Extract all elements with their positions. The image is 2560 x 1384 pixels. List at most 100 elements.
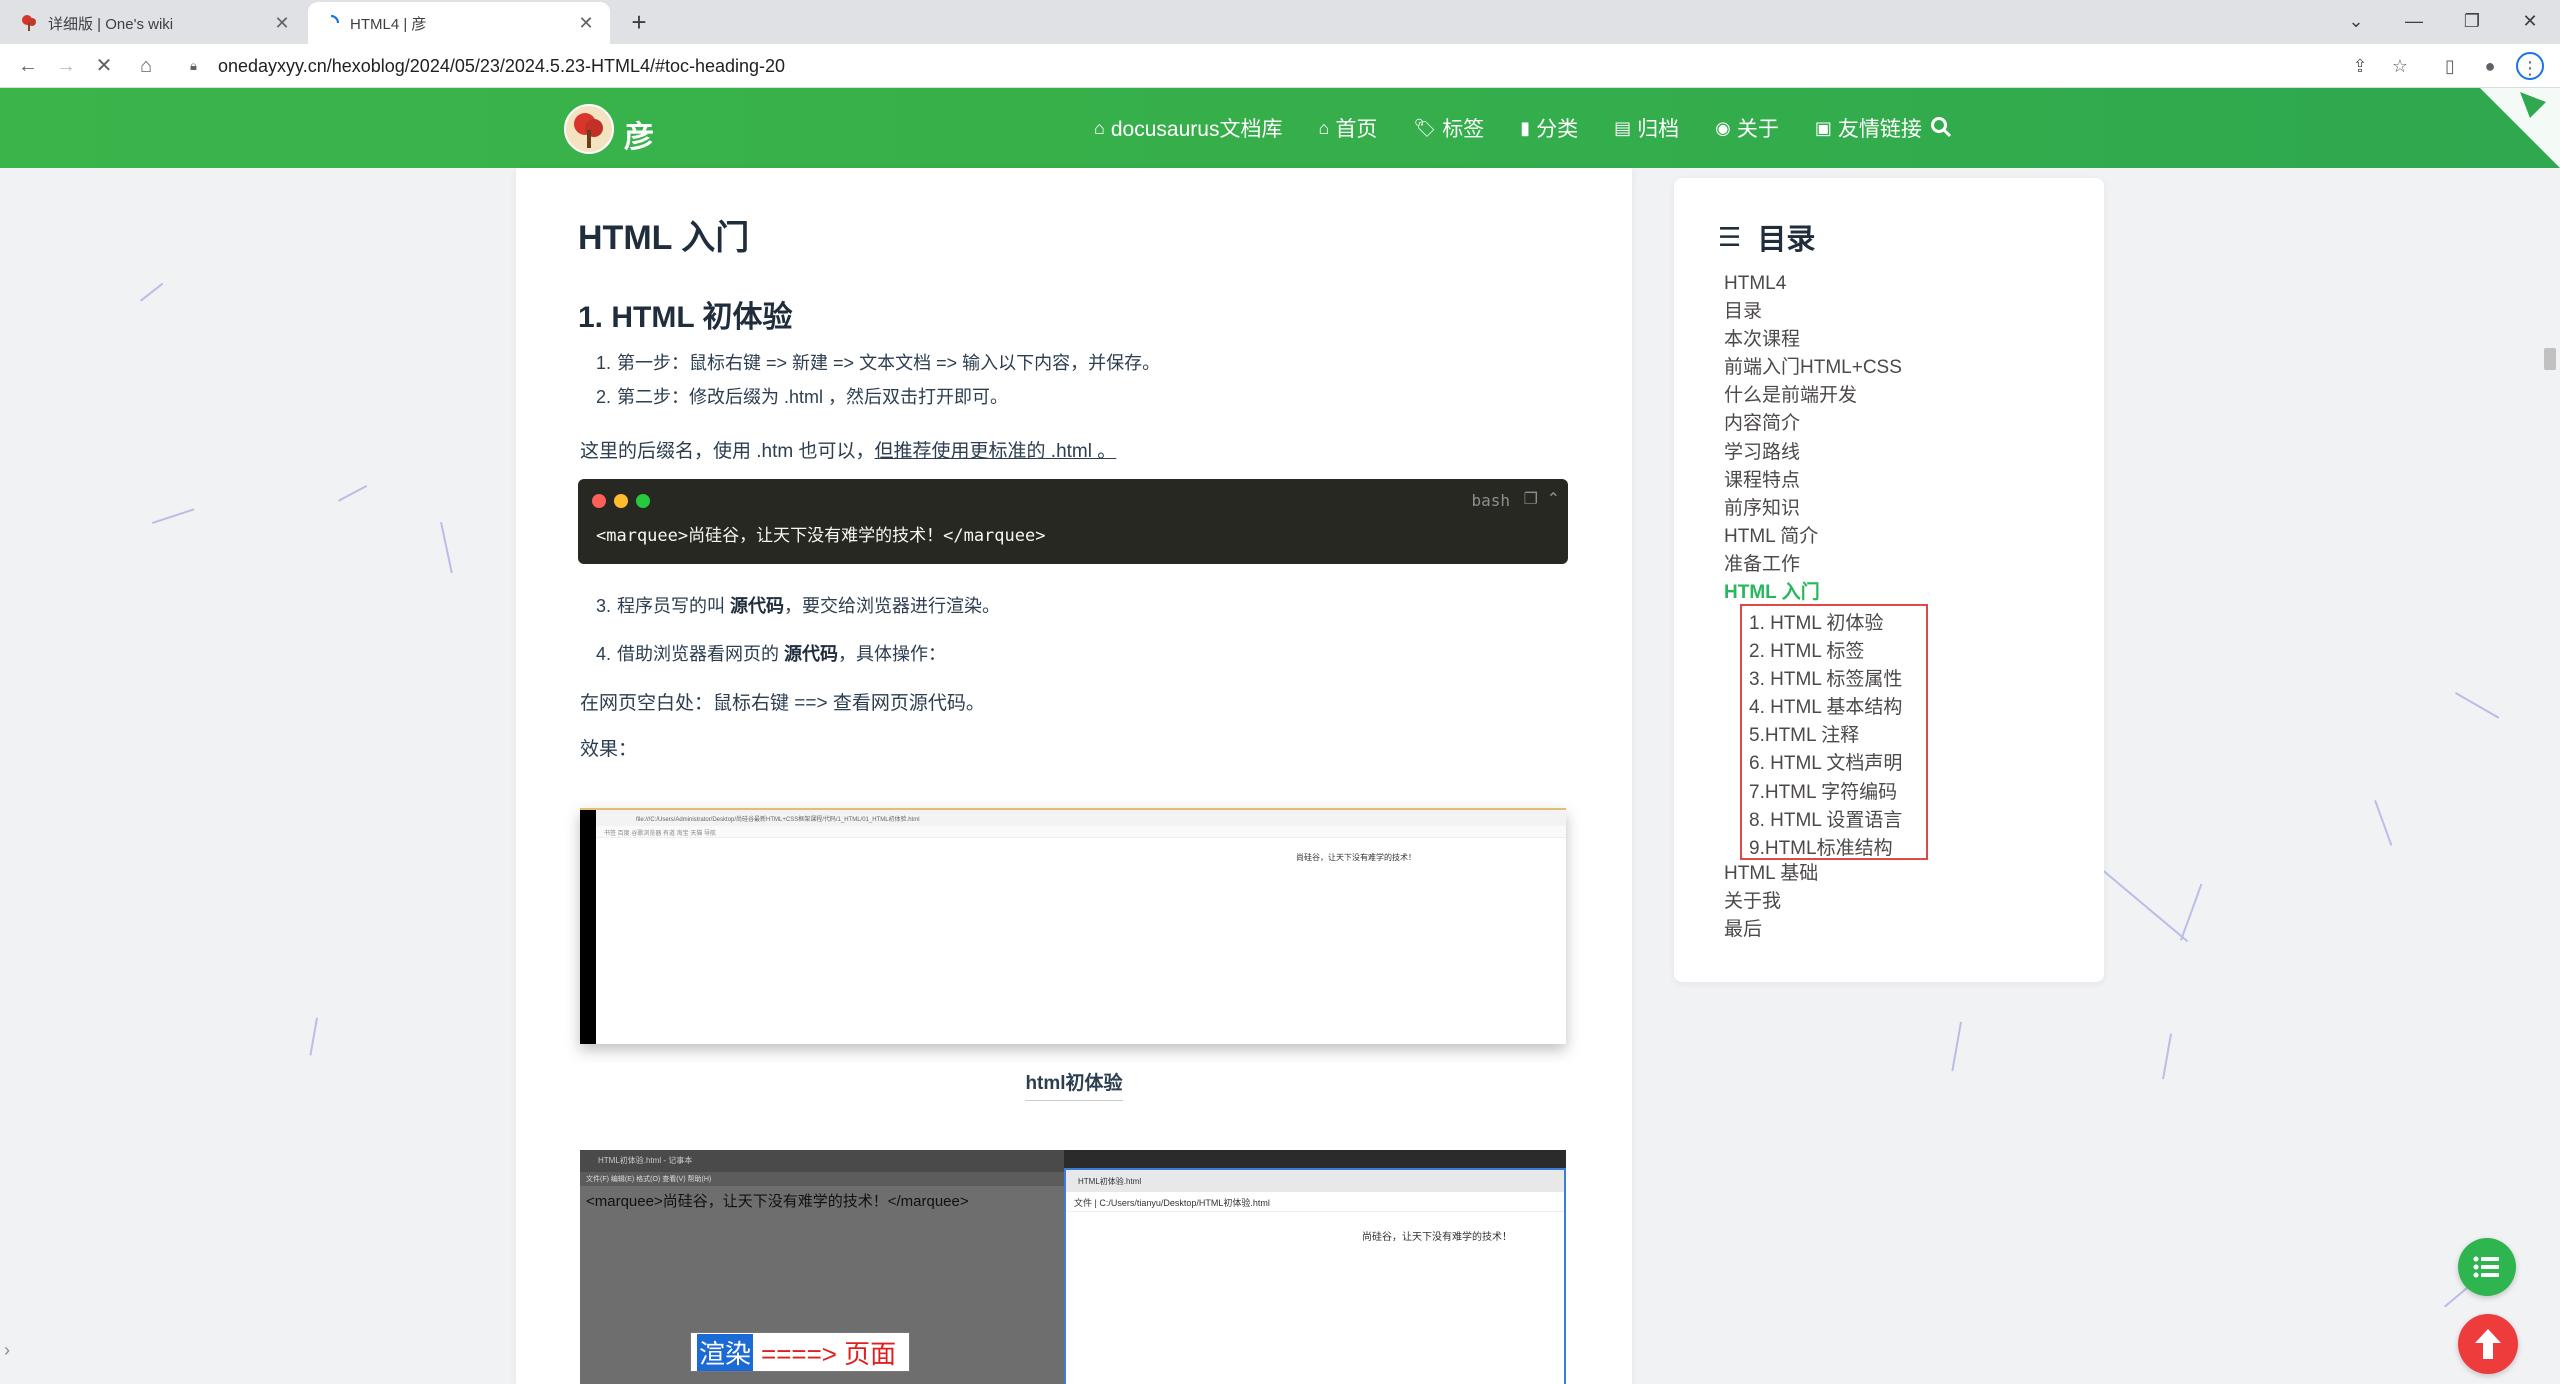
toc-item[interactable]: 内容简介	[1724, 410, 1902, 438]
scrollbar-thumb[interactable]	[2544, 348, 2556, 370]
toc-item[interactable]: 3. HTML 标签属性	[1749, 666, 1926, 694]
close-window-icon[interactable]: ✕	[2510, 6, 2550, 36]
archive-icon: ▤	[1614, 117, 1632, 138]
toc-sublist: 1. HTML 初体验 2. HTML 标签 3. HTML 标签属性 4. HTML…	[1742, 606, 1926, 863]
background-line	[2455, 692, 2500, 719]
toc-item-active[interactable]: HTML 入门	[1724, 579, 1902, 607]
toc-item[interactable]: 9.HTML标准结构	[1749, 835, 1926, 863]
home-icon: ⌂	[1094, 117, 1105, 138]
background-line	[2102, 870, 2189, 943]
menu-item-5[interactable]: ◉ 关于	[1715, 113, 1779, 143]
home-icon: ⌂	[1318, 117, 1330, 138]
tree-favicon-icon	[20, 14, 38, 32]
site-logo[interactable]	[564, 104, 614, 154]
more-menu-icon[interactable]: ⋮	[2516, 52, 2544, 80]
inline-link[interactable]: 但推荐使用更标准的 .html 。	[875, 441, 1117, 462]
menu-item-3[interactable]: ▮ 分类	[1520, 113, 1578, 143]
site-title[interactable]: 彦	[624, 112, 654, 156]
subsection-heading: 1. HTML 初体验	[578, 301, 793, 334]
menu-item-label: 关于	[1736, 118, 1779, 141]
new-tab-button[interactable]: +	[624, 8, 654, 38]
toc-item[interactable]: 课程特点	[1724, 467, 1902, 495]
menu-item-4[interactable]: ▤ 归档	[1614, 113, 1679, 143]
close-tab-icon[interactable]: ✕	[272, 13, 292, 33]
copy-icon[interactable]: ❐	[1524, 489, 1538, 509]
back-icon[interactable]: ←	[14, 52, 42, 80]
background-line	[2180, 883, 2203, 941]
loading-spinner-icon	[322, 14, 340, 32]
menu-item-2[interactable]: 🏷︎ 标签	[1413, 113, 1484, 143]
toc-item[interactable]: 什么是前端开发	[1724, 382, 1902, 410]
toc-item[interactable]: 前序知识	[1724, 495, 1902, 523]
background-line	[338, 484, 368, 502]
toc-item[interactable]: 本次课程	[1724, 326, 1902, 354]
browser-tab-active[interactable]: HTML4 | 彦 ✕	[308, 2, 610, 44]
share-icon[interactable]: ⇪	[2346, 52, 2374, 80]
chevron-right-icon[interactable]: ›	[4, 1340, 10, 1361]
image-caption: html初体验	[516, 1068, 1632, 1101]
browser-window: HTML初体验.html 文件 | C:/Users/tianyu/Deskto…	[1064, 1168, 1566, 1384]
search-icon[interactable]	[1930, 116, 1952, 138]
restore-icon[interactable]: ❐	[2452, 6, 2492, 36]
toc-item[interactable]: 2. HTML 标签	[1749, 638, 1926, 666]
tab-search-icon[interactable]: ⌄	[2336, 6, 2376, 36]
background-line	[140, 282, 164, 302]
toc-item[interactable]: 4. HTML 基本结构	[1749, 694, 1926, 722]
toc-item[interactable]: 最后	[1724, 916, 1818, 944]
menu-item-0[interactable]: ⌂ docusaurus文档库	[1094, 113, 1282, 143]
forward-icon[interactable]: →	[52, 52, 80, 80]
code-block: bash ❐ ⌃ <marquee>尚硅谷，让天下没有难学的技术！</marqu…	[578, 479, 1568, 564]
toc-item[interactable]: 前端入门HTML+CSS	[1724, 354, 1902, 382]
site-header: 彦 ⌂ docusaurus文档库 ⌂ 首页 🏷︎ 标签 ▮ 分类 ▤ 归档 ◉ 关于 ▣ 友情链接	[0, 88, 2560, 168]
toc-item[interactable]: 关于我	[1724, 888, 1818, 916]
toc-item[interactable]: 5.HTML 注释	[1749, 722, 1926, 750]
toc-item[interactable]: 目录	[1724, 298, 1902, 326]
browser-tab-inactive[interactable]: 详细版 | One's wiki ✕	[6, 2, 306, 44]
browser-tab-bar: 详细版 | One's wiki ✕ HTML4 | 彦 ✕ + ⌄ — ❐ ✕	[0, 0, 2560, 44]
side-panel-icon[interactable]: ▯	[2436, 52, 2464, 80]
toc-highlight-box: 1. HTML 初体验 2. HTML 标签 3. HTML 标签属性 4. HTML…	[1740, 604, 1928, 860]
article-card: HTML 入门 1. HTML 初体验 1. 第一步：鼠标右键 => 新建 => …	[516, 168, 1632, 1384]
home-icon[interactable]: ⌂	[132, 52, 160, 80]
list-item: 1. 第一步：鼠标右键 => 新建 => 文本文档 => 输入以下内容，并保存。	[596, 353, 1161, 373]
back-to-top-button[interactable]	[2458, 1314, 2518, 1374]
section-heading: HTML 入门	[578, 219, 750, 257]
toc-item[interactable]: 7.HTML 字符编码	[1749, 779, 1926, 807]
toc-item[interactable]: HTML 简介	[1724, 523, 1902, 551]
toc-item[interactable]: HTML4	[1724, 270, 1902, 298]
close-tab-icon[interactable]: ✕	[576, 13, 596, 33]
chevron-up-icon[interactable]: ⌃	[1547, 489, 1560, 509]
bookmark-star-icon[interactable]: ☆	[2386, 52, 2414, 80]
menu-item-label: docusaurus文档库	[1110, 118, 1283, 141]
toc-list: HTML4 目录 本次课程 前端入门HTML+CSS 什么是前端开发 内容简介 学习路线 课程…	[1724, 270, 1902, 607]
menu-item-6[interactable]: ▣ 友情链接	[1815, 113, 1922, 143]
list-item: 3. 程序员写的叫 源代码，要交给浏览器进行渲染。	[596, 596, 1001, 616]
table-of-contents: ☰ 目录 HTML4 目录 本次课程 前端入门HTML+CSS 什么是前端开发 内容简介学…	[1674, 178, 2104, 982]
address-bar: ← → ✕ ⌂ 🔒︎ onedayxyy.cn/hexoblog/2024/05…	[0, 44, 2560, 88]
minimize-icon[interactable]: —	[2394, 6, 2434, 36]
toc-item[interactable]: 准备工作	[1724, 551, 1902, 579]
tab-title: HTML4 | 彦	[350, 15, 427, 33]
background-line	[440, 522, 453, 574]
code-language: bash	[1471, 491, 1510, 510]
bookmark-icon: ▮	[1520, 117, 1531, 138]
stop-loading-icon[interactable]: ✕	[90, 52, 118, 80]
paragraph: 这里的后缀名，使用 .htm 也可以，但推荐使用更标准的 .html 。	[580, 441, 1117, 462]
paragraph: 在网页空白处：鼠标右键 ==> 查看网页源代码。	[580, 693, 985, 714]
toc-item[interactable]: 1. HTML 初体验	[1749, 610, 1926, 638]
toc-item[interactable]: HTML 基础	[1724, 860, 1818, 888]
toc-item[interactable]: 6. HTML 文档声明	[1749, 750, 1926, 778]
background-line	[309, 1017, 318, 1056]
lock-icon[interactable]: 🔒︎	[190, 58, 206, 74]
toc-item[interactable]: 学习路线	[1724, 439, 1902, 467]
user-circle-icon: ◉	[1715, 117, 1731, 138]
toc-toggle-button[interactable]	[2458, 1238, 2516, 1296]
toc-item[interactable]: 8. HTML 设置语言	[1749, 807, 1926, 835]
menu-item-label: 友情链接	[1837, 118, 1922, 141]
list-icon: ☰	[1718, 221, 1742, 252]
menu-item-1[interactable]: ⌂ 首页	[1318, 113, 1377, 143]
steps-list-continued: 3. 程序员写的叫 源代码，要交给浏览器进行渲染。 4. 借助浏览器看网页的 源代码…	[596, 582, 1000, 678]
profile-avatar-icon[interactable]: ●	[2476, 52, 2504, 80]
paragraph: 效果：	[580, 739, 638, 760]
url-field[interactable]: 🔒︎ onedayxyy.cn/hexoblog/2024/05/23/2024…	[178, 50, 2398, 82]
